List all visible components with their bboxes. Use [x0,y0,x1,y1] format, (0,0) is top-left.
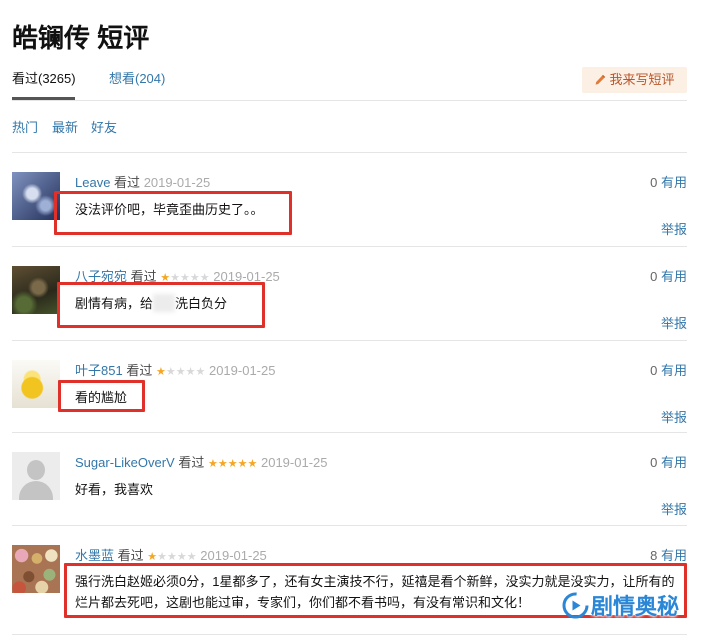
star-filled-icon: ★ [227,458,238,470]
star-empty-icon: ★ [176,551,187,563]
star-filled-icon: ★ [207,458,218,470]
report-link[interactable]: 举报 [661,314,687,334]
play-logo-icon [562,592,589,619]
comment-text: 好看，我喜欢 [75,482,154,497]
default-avatar-icon[interactable] [12,452,60,500]
tab-watched[interactable]: 看过(3265) [12,69,76,89]
useful-count: 0 [650,269,658,284]
page-title: 皓镧传 短评 [12,23,150,53]
useful-vote-button[interactable]: 有用 [661,269,687,284]
useful-vote-button[interactable]: 有用 [661,455,687,470]
filter-hot[interactable]: 热门 [12,118,38,138]
tabs-divider [12,100,687,101]
star-empty-icon: ★ [157,551,168,563]
rating-stars: ★★★★★ [208,454,257,474]
star-filled-icon: ★ [247,458,258,470]
watch-status: 看过 [178,455,205,470]
star-filled-icon: ★ [155,366,166,378]
star-empty-icon: ★ [186,551,197,563]
star-empty-icon: ★ [195,366,206,378]
avatar[interactable] [12,266,60,314]
comment-user-link[interactable]: Sugar-LikeOverV [75,455,175,470]
useful-count: 0 [650,175,658,190]
report-link[interactable]: 举报 [661,220,687,240]
avatar[interactable] [12,172,60,220]
star-filled-icon: ★ [217,458,228,470]
report-link[interactable]: 举报 [661,408,687,428]
comment-user-link[interactable]: 叶子851 [75,363,123,378]
avatar-head-shape [27,460,45,480]
comment-user-link[interactable]: 水墨蓝 [75,548,114,563]
pencil-icon [596,74,606,85]
comment-text: 看的尴尬 [75,390,128,405]
highlight-box [57,282,265,328]
filter-friends[interactable]: 好友 [91,118,117,138]
star-empty-icon: ★ [185,366,196,378]
star-filled-icon: ★ [147,551,158,563]
tab-want-to-watch[interactable]: 想看(204) [109,69,165,89]
comment-meta: Sugar-LikeOverV 看过 ★★★★★ 2019-01-25 [75,453,327,474]
comment-user-link[interactable]: Leave [75,175,110,190]
useful-vote-button[interactable]: 有用 [661,363,687,378]
rating-stars: ★★★★★ [156,362,205,382]
comment-meta: Leave 看过 2019-01-25 [75,173,210,193]
useful-vote: 0 有用 [650,173,687,193]
useful-vote-button[interactable]: 有用 [661,548,687,563]
comment-meta: 叶子851 看过 ★★★★★ 2019-01-25 [75,361,275,382]
useful-vote-button[interactable]: 有用 [661,175,687,190]
star-empty-icon: ★ [165,366,176,378]
useful-count: 0 [650,455,658,470]
watch-status: 看过 [126,363,153,378]
highlight-box [58,380,145,412]
star-empty-icon: ★ [167,551,177,563]
useful-count: 0 [650,363,658,378]
avatar-body-shape [19,481,53,500]
useful-vote: 0 有用 [650,267,687,287]
comment-date: 2019-01-25 [208,363,276,378]
comment-item: Sugar-LikeOverV 看过 ★★★★★ 2019-01-25 0 有用… [0,432,706,526]
watch-status: 看过 [114,175,141,190]
comment-date: 2019-01-25 [260,455,328,470]
star-filled-icon: ★ [237,458,248,470]
watermark-text: 剧情奥秘 [591,594,680,619]
useful-vote: 0 有用 [650,453,687,473]
useful-count: 8 [650,548,658,563]
report-link[interactable]: 举报 [661,500,687,520]
comment-date: 2019-01-25 [143,175,211,190]
write-review-label: 我来写短评 [609,72,675,87]
star-empty-icon: ★ [175,366,186,378]
avatar[interactable] [12,360,60,408]
avatar[interactable] [12,545,60,593]
comment-date: 2019-01-25 [200,548,267,563]
filter-latest[interactable]: 最新 [52,118,78,138]
highlight-box [54,191,292,235]
write-review-button[interactable]: 我来写短评 [582,67,687,93]
comment-divider [12,634,687,635]
watch-status: 看过 [117,548,144,563]
useful-vote: 0 有用 [650,361,687,381]
